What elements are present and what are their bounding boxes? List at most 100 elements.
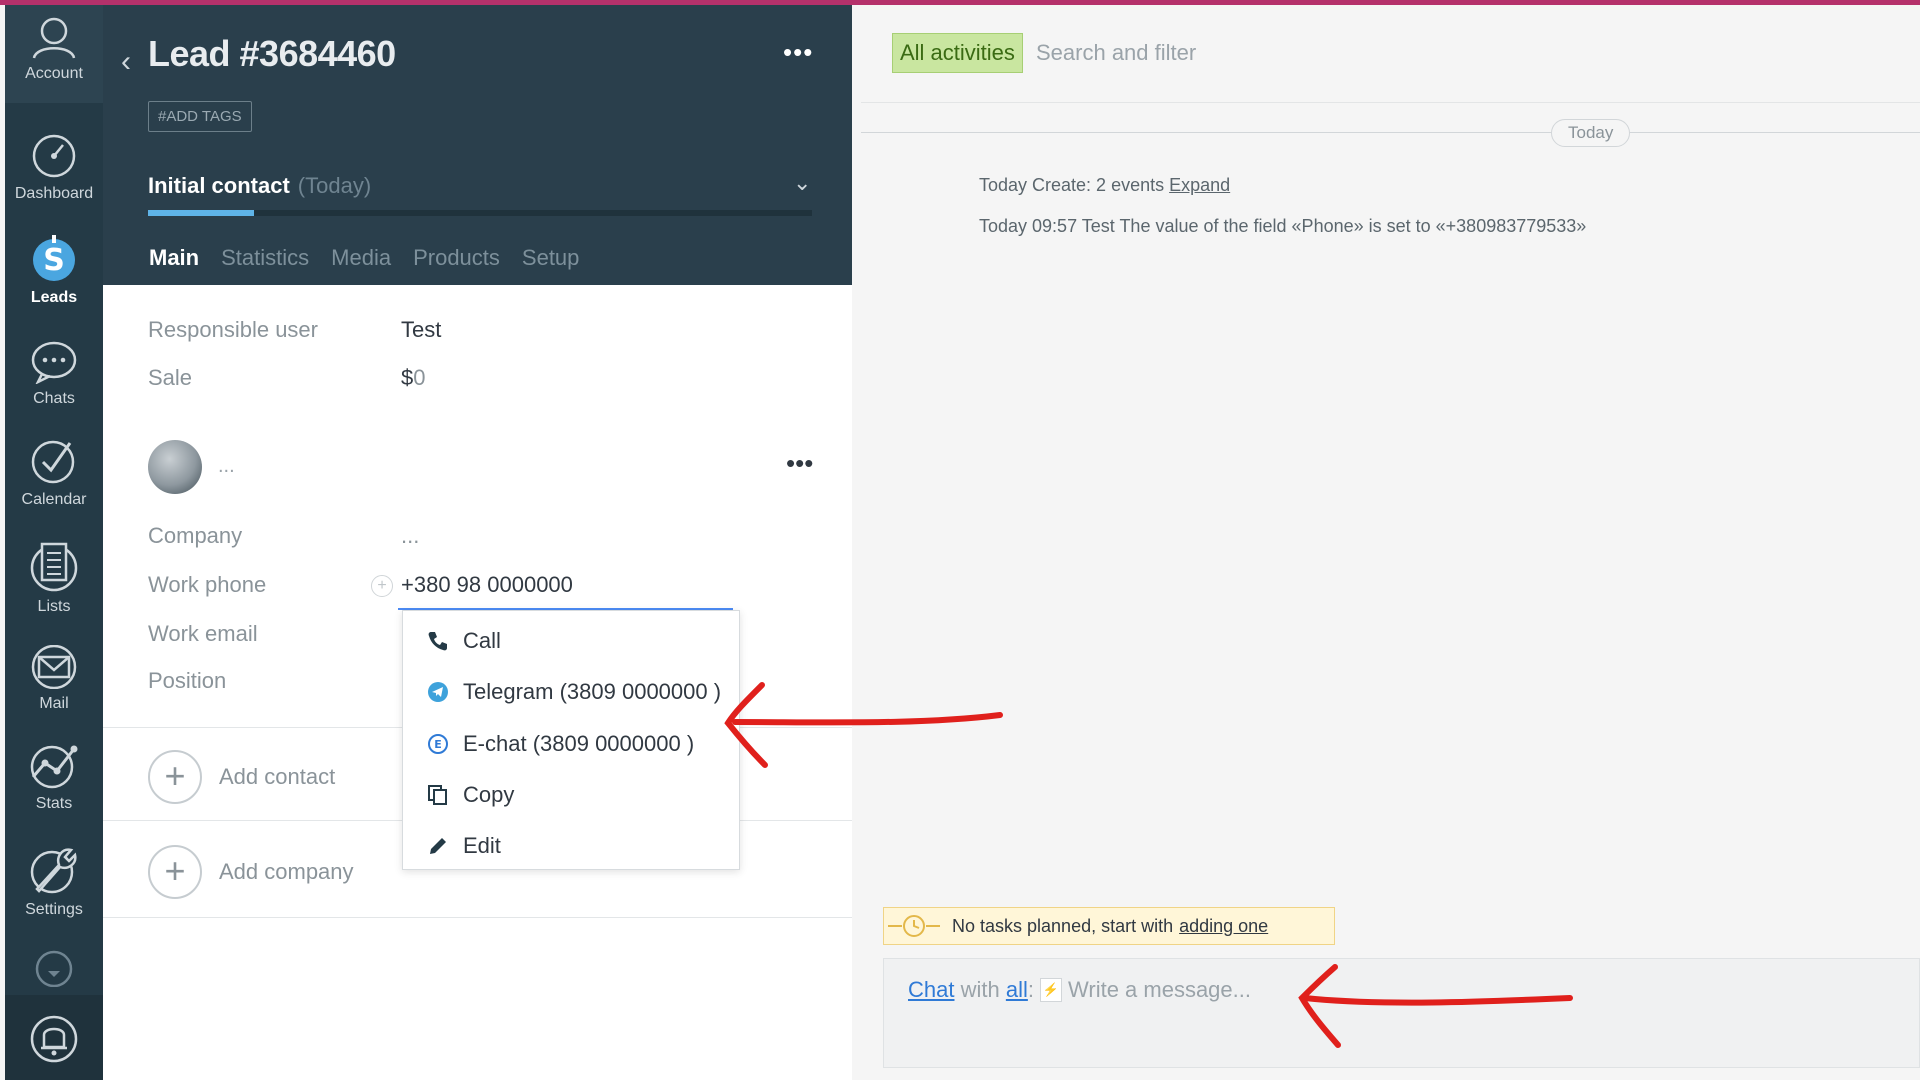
menu-item-edit[interactable]: Edit [403, 821, 741, 871]
speedometer-icon [32, 134, 76, 178]
echat-icon: E [425, 731, 451, 757]
nav-dashboard[interactable]: Dashboard [5, 133, 103, 203]
responsible-value[interactable]: Test [401, 317, 441, 342]
tab-media[interactable]: Media [320, 245, 402, 288]
tab-statistics[interactable]: Statistics [210, 245, 320, 288]
field-label: Sale [148, 365, 193, 390]
field-position: Position [148, 668, 401, 694]
tab-products[interactable]: Products [402, 245, 511, 288]
company-value[interactable]: ... [401, 523, 419, 548]
feed-event: Today 09:57 Test The value of the field … [979, 216, 1586, 237]
add-contact-button[interactable]: + Add contact [148, 750, 335, 804]
lightning-icon[interactable]: ⚡ [1040, 978, 1062, 1002]
chat-bubble-icon [31, 341, 77, 384]
nav-chats[interactable]: Chats [5, 340, 103, 408]
left-nav: Account Dashboard S Leads Chats Calendar… [5, 5, 103, 1080]
field-work-email: Work email [148, 621, 401, 647]
field-work-phone: Work phone +380 98 0000000 [148, 572, 573, 598]
menu-item-call[interactable]: Call [403, 616, 741, 666]
tab-setup[interactable]: Setup [511, 245, 591, 288]
menu-item-label: Telegram (3809 0000000 ) [463, 679, 722, 704]
clock-icon [884, 907, 944, 945]
tab-main[interactable]: Main [138, 245, 211, 288]
event-text: Today Create: 2 events [979, 175, 1170, 195]
stage-progress-fill [148, 210, 255, 216]
nav-label-calendar: Calendar [21, 491, 87, 508]
nav-help[interactable] [5, 947, 103, 993]
menu-item-label: E-chat (3809 0000000 ) [463, 731, 695, 756]
avatar[interactable] [148, 440, 202, 494]
nav-stats[interactable]: Stats [5, 743, 103, 813]
pencil-icon [425, 833, 451, 859]
nav-label-settings: Settings [25, 901, 83, 918]
feed-toolbar: All activities Search and filter [861, 5, 1920, 103]
tasks-text: No tasks planned, start with [952, 915, 1174, 936]
menu-item-telegram[interactable]: Telegram (3809 0000000 ) [403, 667, 741, 717]
message-composer[interactable]: Chat with all: ⚡ Write a message... [883, 958, 1920, 1068]
recipients-link[interactable]: all [1006, 977, 1028, 1003]
phone-icon [425, 628, 451, 654]
svg-text:S: S [43, 243, 65, 278]
copy-icon [425, 782, 451, 808]
nav-calendar[interactable]: Calendar [5, 437, 103, 509]
nav-label-lists: Lists [37, 598, 71, 615]
field-label: Work phone [148, 572, 267, 597]
phone-context-menu: Call Telegram (3809 0000000 ) E E-chat (… [402, 610, 740, 870]
feed-event: Today Create: 2 events Expand [979, 175, 1230, 196]
more-options-icon[interactable]: ••• [783, 37, 813, 68]
leads-icon: S [33, 235, 75, 281]
menu-item-label: Copy [463, 782, 515, 807]
menu-item-echat[interactable]: E E-chat (3809 0000000 ) [403, 719, 741, 769]
nav-lists[interactable]: Lists [5, 540, 103, 616]
status-label: Initial contact [148, 173, 290, 198]
add-company-label: Add company [219, 859, 354, 884]
lead-title: Lead #3684460 [148, 33, 396, 74]
menu-item-label: Edit [463, 833, 501, 858]
add-contact-label: Add contact [219, 764, 336, 789]
back-chevron-icon[interactable]: ‹ [121, 45, 131, 79]
nav-label-chats: Chats [33, 390, 75, 407]
telegram-icon [425, 679, 451, 705]
nav-account[interactable]: Account [5, 5, 103, 103]
nav-label-dashboard: Dashboard [14, 185, 94, 202]
chat-mode-link[interactable]: Chat [908, 977, 954, 1003]
work-phone-input[interactable]: +380 98 0000000 [401, 572, 573, 597]
stage-progress-bar [148, 210, 812, 216]
plus-icon: + [148, 845, 202, 899]
stats-icon [30, 745, 78, 789]
chevron-down-icon[interactable]: ⌄ [793, 170, 811, 196]
nav-settings[interactable]: Settings [5, 843, 103, 919]
pipeline-status[interactable]: Initial contact (Today) [148, 173, 371, 199]
nav-mail[interactable]: Mail [5, 645, 103, 713]
field-company: Company... [148, 523, 419, 549]
adding-one-link[interactable]: adding one [1179, 916, 1268, 937]
contact-name[interactable]: ... [218, 455, 235, 478]
menu-item-copy[interactable]: Copy [403, 770, 741, 820]
sale-currency: $ [401, 365, 414, 390]
nav-leads[interactable]: S Leads [5, 233, 103, 307]
field-label: Company [148, 523, 243, 548]
sale-value[interactable]: 0 [413, 365, 425, 390]
wrench-icon [30, 848, 77, 894]
search-input[interactable]: Search and filter [1036, 40, 1196, 66]
check-circle-icon [31, 440, 75, 484]
help-icon [35, 950, 73, 987]
nav-label-leads: Leads [30, 289, 78, 306]
all-activities-button[interactable]: All activities [892, 33, 1023, 73]
menu-item-label: Call [463, 628, 501, 653]
list-icon [30, 542, 78, 592]
lead-tabs: Main Statistics Media Products Setup [138, 245, 590, 288]
add-tags-button[interactable]: #ADD TAGS [148, 101, 252, 132]
more-options-icon[interactable]: ••• [786, 448, 813, 479]
expand-link[interactable]: Expand [1169, 175, 1230, 195]
day-label: Today [1551, 119, 1631, 147]
svg-text:E: E [434, 738, 442, 751]
field-label: Position [148, 668, 227, 693]
message-input[interactable]: Write a message... [1068, 977, 1251, 1003]
bell-icon [30, 1015, 78, 1063]
add-company-button[interactable]: + Add company [148, 845, 354, 899]
field-responsible: Responsible user Test [148, 317, 441, 343]
nav-label-mail: Mail [39, 695, 69, 712]
divider [103, 917, 852, 918]
nav-notifications[interactable] [5, 995, 103, 1080]
